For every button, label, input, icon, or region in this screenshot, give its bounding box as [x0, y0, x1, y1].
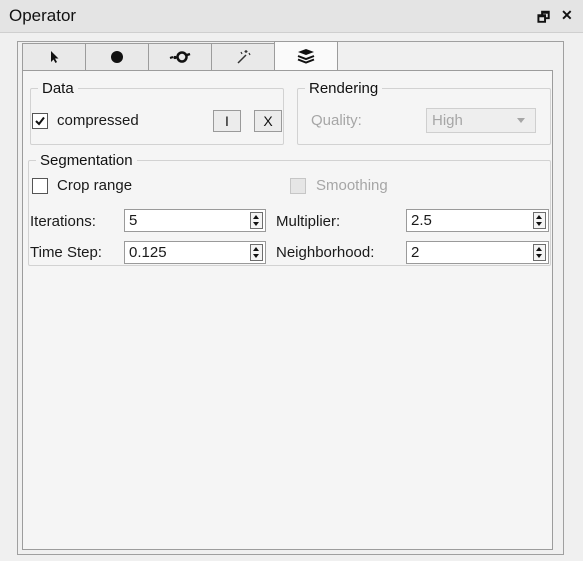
tab-brush-stroke[interactable] — [148, 43, 212, 70]
pointer-icon — [51, 51, 59, 63]
compressed-checkbox[interactable] — [32, 113, 48, 129]
tab-pointer[interactable] — [22, 43, 86, 70]
dot-icon — [111, 51, 123, 63]
crop-range-label: Crop range — [57, 177, 133, 194]
magic-wand-icon — [237, 50, 251, 64]
iterations-value: 5 — [129, 212, 138, 229]
iterations-label: Iterations: — [30, 213, 96, 230]
quality-select[interactable]: High — [426, 108, 536, 133]
segmentation-group-title: Segmentation — [40, 152, 133, 169]
multiplier-label: Multiplier: — [276, 213, 341, 230]
float-icon[interactable]: 🗗 — [537, 7, 550, 31]
multiplier-spinbox[interactable]: 2.5 — [406, 209, 549, 232]
chevron-down-icon — [517, 118, 525, 123]
spin-arrows-icon[interactable] — [250, 244, 263, 261]
compressed-label: compressed — [57, 112, 139, 129]
smoothing-label: Smoothing — [316, 177, 388, 194]
window-title: Operator — [9, 6, 77, 25]
timestep-label: Time Step: — [30, 244, 102, 261]
title-bar: Operator 🗗 ✕ — [0, 0, 583, 33]
crop-range-checkbox[interactable] — [32, 178, 48, 194]
spin-arrows-icon[interactable] — [533, 244, 546, 261]
spin-arrows-icon[interactable] — [250, 212, 263, 229]
multiplier-value: 2.5 — [411, 212, 432, 229]
neighborhood-spinbox[interactable]: 2 — [406, 241, 549, 264]
brush-stroke-icon — [169, 51, 191, 63]
quality-value: High — [432, 112, 463, 129]
iterations-spinbox[interactable]: 5 — [124, 209, 266, 232]
neighborhood-label: Neighborhood: — [276, 244, 375, 261]
data-group-title: Data — [42, 80, 74, 97]
tab-magic-wand[interactable] — [211, 43, 275, 70]
smoothing-checkbox[interactable] — [290, 178, 306, 194]
quality-label: Quality: — [311, 112, 362, 129]
close-icon[interactable]: ✕ — [561, 7, 573, 24]
tab-layers[interactable] — [274, 41, 338, 70]
rendering-group-title: Rendering — [309, 80, 379, 97]
neighborhood-value: 2 — [411, 244, 420, 261]
layers-icon — [297, 49, 315, 64]
timestep-spinbox[interactable]: 0.125 — [124, 241, 266, 264]
info-button[interactable]: I — [213, 110, 241, 132]
clear-button[interactable]: X — [254, 110, 282, 132]
timestep-value: 0.125 — [129, 244, 167, 261]
spin-arrows-icon[interactable] — [533, 212, 546, 229]
tab-dot[interactable] — [85, 43, 149, 70]
checkmark-icon — [35, 116, 45, 126]
